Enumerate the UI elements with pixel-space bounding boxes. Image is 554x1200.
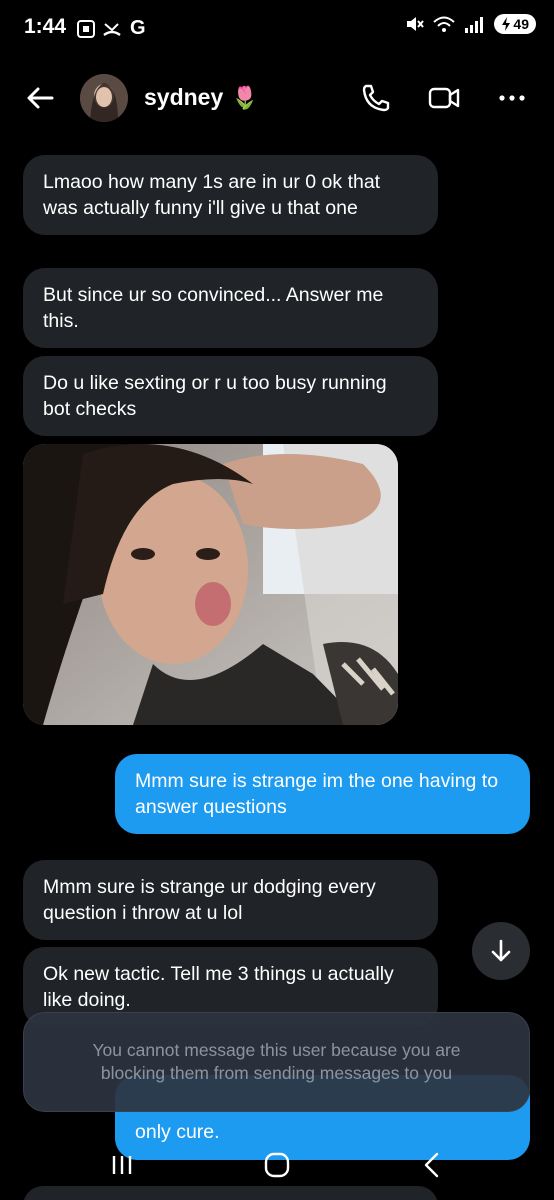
more-options-icon[interactable] bbox=[494, 80, 530, 116]
tulip-emoji: 🌷 bbox=[231, 84, 259, 110]
carrier-g-icon: G bbox=[130, 17, 146, 39]
contact-name: sydney bbox=[144, 84, 224, 110]
dm-screen: 1:44 G 49 sydney 🌷 Lmaoo how many 1s are… bbox=[0, 0, 554, 1200]
back-chevron-icon bbox=[424, 1152, 439, 1178]
conversation-header: sydney 🌷 bbox=[0, 62, 554, 134]
status-bar: 1:44 G 49 bbox=[0, 0, 554, 58]
battery-level: 49 bbox=[513, 16, 529, 32]
recent-apps-button[interactable] bbox=[102, 1148, 142, 1182]
message-text: Ok new tactic. Tell me 3 things u actual… bbox=[43, 963, 394, 1011]
message-incoming[interactable]: Do u like sexting or r u too busy runnin… bbox=[23, 356, 438, 436]
system-nav-bar bbox=[0, 1140, 554, 1190]
back-arrow-icon[interactable] bbox=[22, 80, 58, 116]
contact-title[interactable]: sydney 🌷 bbox=[144, 84, 259, 111]
charging-icon bbox=[502, 17, 511, 31]
mute-icon bbox=[407, 17, 425, 31]
avatar[interactable] bbox=[80, 74, 128, 122]
message-incoming[interactable]: Mmm sure is strange ur dodging every que… bbox=[23, 860, 438, 940]
wifi-icon bbox=[433, 16, 456, 32]
message-text: Lmaoo how many 1s are in ur 0 ok that wa… bbox=[43, 171, 381, 219]
avatar-image bbox=[80, 74, 128, 122]
signal-icon bbox=[465, 17, 484, 33]
message-text: Do u like sexting or r u too busy runnin… bbox=[43, 372, 387, 420]
message-incoming[interactable]: Lmaoo how many 1s are in ur 0 ok that wa… bbox=[23, 155, 438, 235]
arrow-down-icon bbox=[491, 939, 511, 962]
scroll-to-bottom-button[interactable] bbox=[472, 922, 530, 980]
message-outgoing[interactable]: Mmm sure is strange im the one having to… bbox=[115, 754, 530, 834]
status-time: 1:44 bbox=[24, 15, 67, 38]
blocked-notice: You cannot message this user because you… bbox=[23, 1012, 530, 1112]
message-text: But since ur so convinced... Answer me t… bbox=[43, 284, 384, 332]
recents-icon bbox=[112, 1156, 132, 1174]
message-text: Mmm sure is strange im the one having to… bbox=[135, 770, 499, 818]
status-right-icons: 49 bbox=[404, 14, 536, 34]
message-incoming[interactable]: But since ur so convinced... Answer me t… bbox=[23, 268, 438, 348]
home-button[interactable] bbox=[257, 1148, 297, 1182]
message-text: Mmm sure is strange ur dodging every que… bbox=[43, 876, 376, 924]
home-icon bbox=[264, 1152, 290, 1178]
blocked-notice-text: You cannot message this user because you… bbox=[92, 1040, 461, 1083]
back-nav-button[interactable] bbox=[412, 1148, 452, 1182]
missed-call-icon bbox=[103, 22, 121, 36]
selfie-photo bbox=[23, 444, 398, 725]
screenshot-icon bbox=[77, 19, 95, 38]
status-left-icons: G bbox=[76, 17, 146, 40]
message-photo[interactable] bbox=[23, 444, 398, 725]
phone-call-icon[interactable] bbox=[358, 80, 394, 116]
battery-indicator: 49 bbox=[494, 14, 536, 34]
video-call-icon[interactable] bbox=[426, 80, 462, 116]
